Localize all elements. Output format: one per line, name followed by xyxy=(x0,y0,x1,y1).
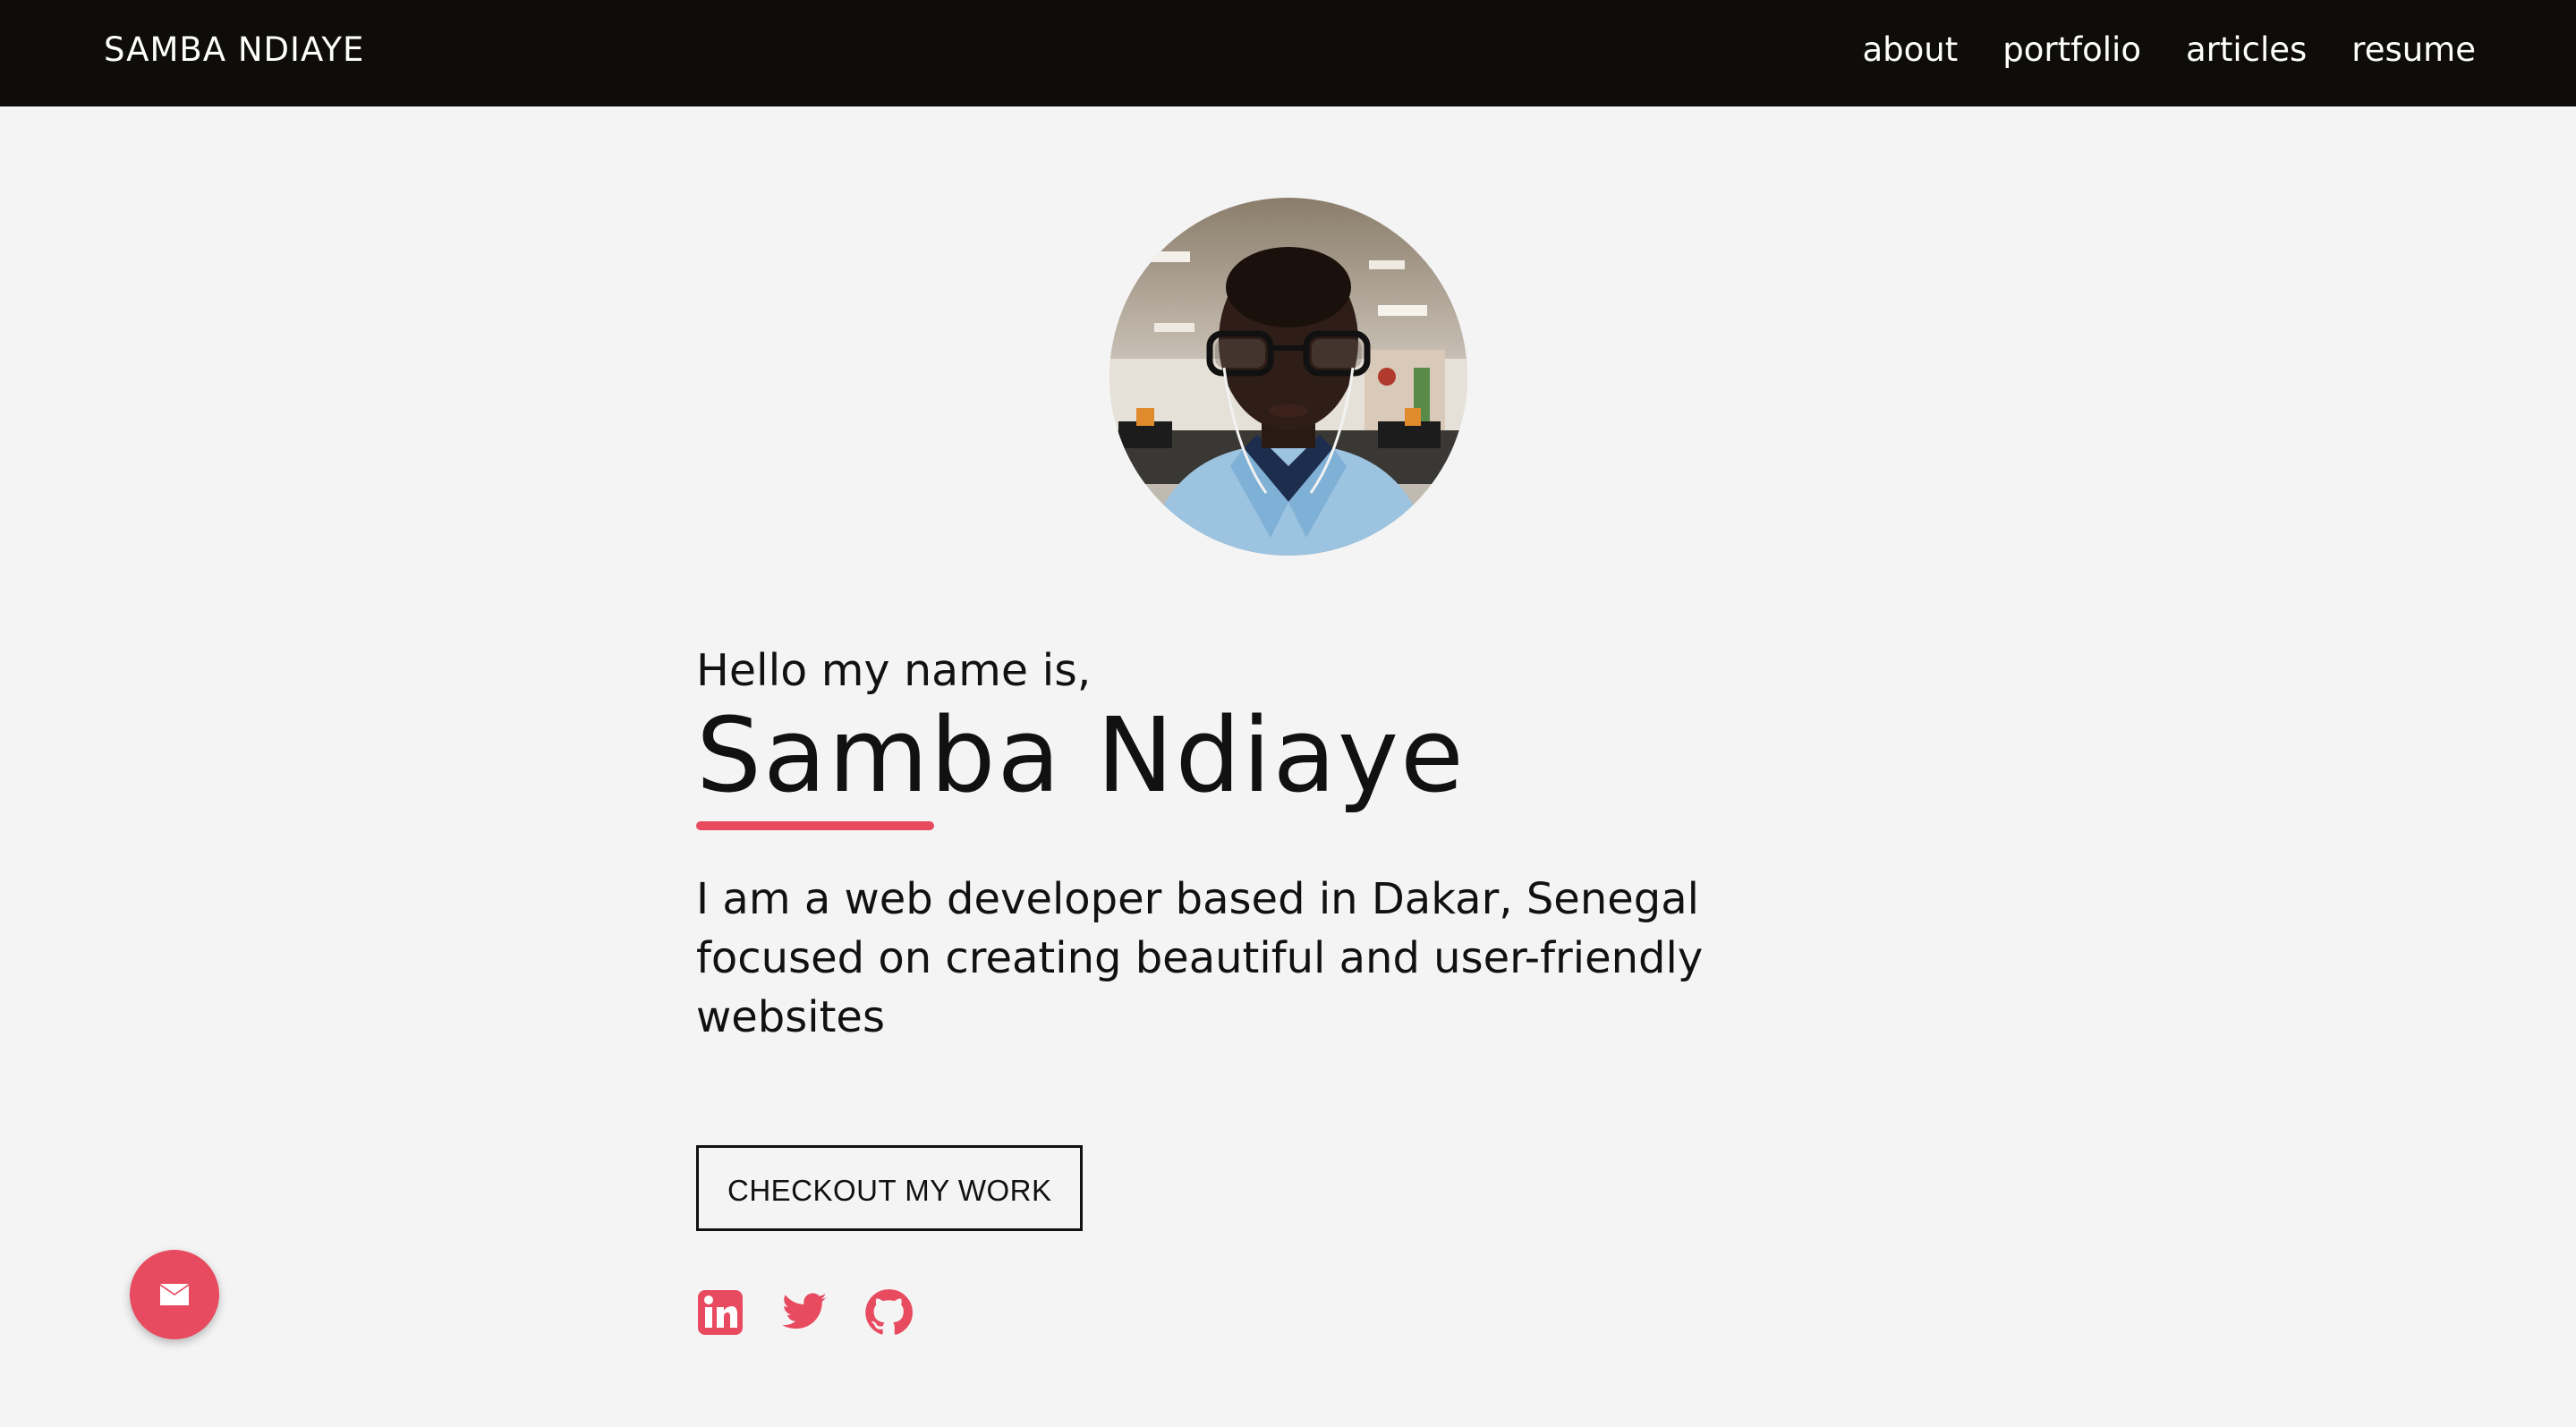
mail-icon xyxy=(160,1284,189,1305)
social-links xyxy=(696,1288,1949,1337)
profile-photo xyxy=(1109,198,1467,556)
navbar: SAMBA NDIAYE about portfolio articles re… xyxy=(0,0,2576,106)
twitter-icon[interactable] xyxy=(780,1288,829,1337)
linkedin-icon[interactable] xyxy=(696,1288,744,1337)
nav-link-resume[interactable]: resume xyxy=(2351,30,2476,71)
nav-link-portfolio[interactable]: portfolio xyxy=(2002,30,2141,71)
mail-fab-button[interactable] xyxy=(130,1250,219,1339)
nav-links: about portfolio articles resume xyxy=(1862,30,2476,71)
brand-logo-link[interactable]: SAMBA NDIAYE xyxy=(104,30,364,71)
nav-link-articles[interactable]: articles xyxy=(2186,30,2307,71)
hero-name: Samba Ndiaye xyxy=(696,696,1466,816)
accent-underline xyxy=(696,821,934,830)
greeting-text: Hello my name is, xyxy=(696,645,1092,696)
checkout-work-button[interactable]: CHECKOUT MY WORK xyxy=(696,1145,1084,1231)
nav-link-about[interactable]: about xyxy=(1862,30,1958,71)
hero-bio: I am a web developer based in Dakar, Sen… xyxy=(696,874,1704,1042)
github-icon[interactable] xyxy=(864,1288,913,1337)
hero-section: Hello my name is, Samba Ndiaye I am a we… xyxy=(696,644,1949,1337)
